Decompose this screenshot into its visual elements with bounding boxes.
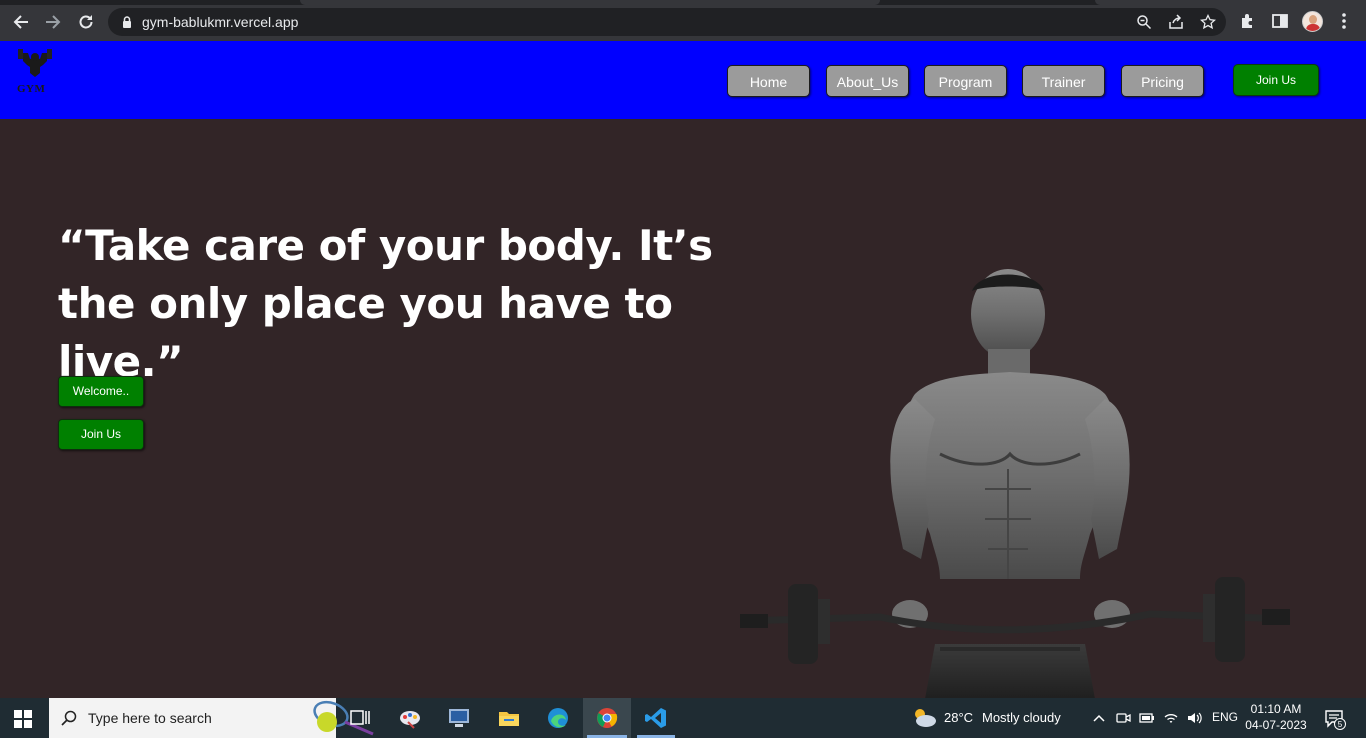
weather-temp[interactable]: 28°C <box>944 710 973 725</box>
profile-avatar[interactable] <box>1302 11 1323 32</box>
meet-now-icon[interactable] <box>1115 710 1131 726</box>
chevron-up-icon[interactable] <box>1091 710 1107 726</box>
bookmark-star-icon[interactable] <box>1200 14 1216 30</box>
forward-button[interactable] <box>41 10 65 34</box>
lock-icon[interactable] <box>120 15 134 29</box>
url-text[interactable]: gym-bablukmr.vercel.app <box>142 14 298 30</box>
more-menu-icon[interactable] <box>1340 12 1348 30</box>
weather-cloud-icon[interactable] <box>911 706 937 728</box>
clock-time: 01:10 AM <box>1250 702 1302 716</box>
system-clock[interactable]: 01:10 AM 04-07-2023 <box>1243 701 1309 733</box>
edge-browser-icon[interactable] <box>546 706 570 730</box>
extensions-icon[interactable] <box>1239 12 1257 30</box>
task-view-icon[interactable] <box>348 706 372 730</box>
reload-icon <box>79 15 93 29</box>
taskbar-search-box[interactable]: Type here to search <box>49 698 374 738</box>
battery-icon[interactable] <box>1139 710 1155 726</box>
nav-home[interactable]: Home <box>727 65 810 97</box>
hero-quote: “Take care of your body. It’s the only p… <box>58 221 713 386</box>
side-panel-icon[interactable] <box>1271 12 1289 30</box>
inactive-tab[interactable] <box>1095 0 1366 5</box>
windows-taskbar: Type here to search 28°C Mostly cloudy E… <box>0 698 1366 738</box>
nav-about-us[interactable]: About_Us <box>826 65 909 97</box>
bodybuilder-image <box>740 269 1290 698</box>
hero-section: “Take care of your body. It’s the only p… <box>0 119 1366 698</box>
hero-join-button[interactable]: Join Us <box>58 419 144 450</box>
volume-icon[interactable] <box>1186 710 1202 726</box>
logo-text: GYM <box>17 83 46 95</box>
back-button[interactable] <box>9 10 33 34</box>
paint-app-icon[interactable] <box>398 706 422 730</box>
weather-desc[interactable]: Mostly cloudy <box>982 710 1061 725</box>
nav-program[interactable]: Program <box>924 65 1007 97</box>
wifi-icon[interactable] <box>1163 710 1179 726</box>
windows-start-icon[interactable] <box>14 710 32 728</box>
file-explorer-icon[interactable] <box>497 706 521 730</box>
back-arrow-icon <box>13 15 28 29</box>
search-icon <box>61 710 77 726</box>
search-placeholder: Type here to search <box>88 710 212 726</box>
forward-arrow-icon <box>46 15 61 29</box>
chrome-browser-icon[interactable] <box>595 706 619 730</box>
notification-center-icon[interactable]: 5 <box>1324 708 1346 730</box>
nav-pricing[interactable]: Pricing <box>1121 65 1204 97</box>
clock-date: 04-07-2023 <box>1245 718 1307 732</box>
remote-desktop-icon[interactable] <box>447 706 471 730</box>
language-indicator[interactable]: ENG <box>1212 710 1238 724</box>
notification-count: 5 <box>1338 720 1343 729</box>
header-join-button[interactable]: Join Us <box>1233 64 1319 96</box>
vscode-icon[interactable] <box>644 706 668 730</box>
zoom-icon[interactable] <box>1136 14 1152 30</box>
welcome-button[interactable]: Welcome.. <box>58 376 144 407</box>
nav-trainer[interactable]: Trainer <box>1022 65 1105 97</box>
reload-button[interactable] <box>74 10 98 34</box>
active-tab[interactable] <box>300 0 880 5</box>
tab-strip <box>0 0 1366 5</box>
share-icon[interactable] <box>1168 14 1184 30</box>
address-bar[interactable]: gym-bablukmr.vercel.app <box>108 8 1226 36</box>
browser-toolbar: gym-bablukmr.vercel.app <box>0 0 1366 41</box>
site-header: GYM Home About_Us Program Trainer Pricin… <box>0 41 1366 119</box>
